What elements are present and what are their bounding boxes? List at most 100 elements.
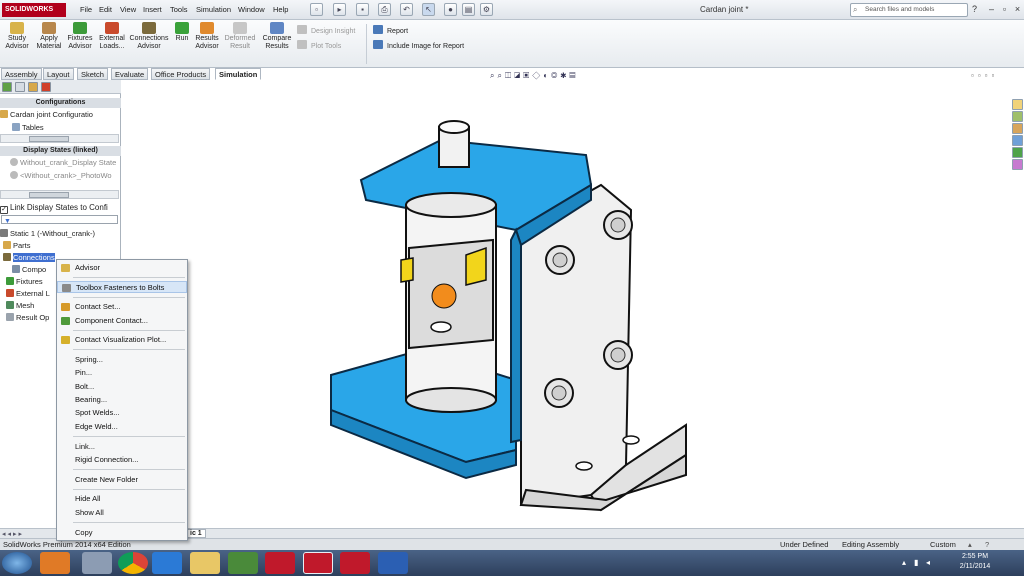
solidworks-icon[interactable] <box>265 552 295 574</box>
plot-tools-button[interactable]: Plot Tools <box>297 40 341 50</box>
home-icon[interactable] <box>1012 99 1023 110</box>
study-tab[interactable]: ic 1 <box>186 529 206 538</box>
config-item[interactable]: Cardan joint Configuratio <box>0 110 120 120</box>
compare-results-button[interactable]: Compare Results <box>261 22 293 51</box>
menu-item-create-folder[interactable]: Create New Folder <box>57 474 187 486</box>
tab-layout[interactable]: Layout <box>43 68 74 80</box>
menu-help[interactable]: Help <box>273 5 288 14</box>
menu-simulation[interactable]: Simulation <box>196 5 231 14</box>
menu-item-rigid-connection[interactable]: Rigid Connection... <box>57 454 187 466</box>
menu-item-show-all[interactable]: Show All <box>57 507 187 519</box>
appearances-icon[interactable] <box>1012 147 1023 158</box>
display-state-item[interactable]: <Without_crank>_PhotoWo <box>0 171 120 181</box>
apply-material-button[interactable]: Apply Material <box>35 22 63 51</box>
tray-arrow-icon[interactable]: ▴ <box>902 558 906 567</box>
menu-item-toolbox-fasteners[interactable]: Toolbox Fasteners to Bolts <box>57 281 187 293</box>
tab-simulation[interactable]: Simulation <box>215 68 262 80</box>
external-loads-button[interactable]: External Loads... <box>97 22 127 51</box>
tab-office-products[interactable]: Office Products <box>151 68 211 80</box>
filter-input[interactable]: ▼ <box>1 215 118 225</box>
display-states-scrollbar[interactable] <box>0 190 119 199</box>
feature-manager-tab-icon[interactable] <box>2 82 12 92</box>
menu-item-advisor[interactable]: Advisor <box>57 262 187 274</box>
volume-icon[interactable]: ◂ <box>926 558 930 567</box>
minimize-button[interactable]: – <box>985 3 998 16</box>
fixtures-advisor-button[interactable]: Fixtures Advisor <box>66 22 94 51</box>
menu-tools[interactable]: Tools <box>170 5 188 14</box>
configuration-manager-tab-icon[interactable] <box>28 82 38 92</box>
menu-edit[interactable]: Edit <box>99 5 112 14</box>
run-button[interactable]: Run <box>172 22 192 43</box>
tab-evaluate[interactable]: Evaluate <box>111 68 149 80</box>
menu-item-hide-all[interactable]: Hide All <box>57 493 187 505</box>
system-clock[interactable]: 2:55 PM 2/11/2014 <box>940 552 1010 572</box>
menu-item-contact-visualization[interactable]: Contact Visualization Plot... <box>57 334 187 346</box>
word-icon[interactable] <box>378 552 408 574</box>
menu-item-bearing[interactable]: Bearing... <box>57 394 187 406</box>
tab-scroll-arrows[interactable]: ◂◂▸▸ <box>2 530 24 538</box>
library-icon[interactable] <box>1012 111 1023 122</box>
connections-advisor-button[interactable]: Connections Advisor <box>129 22 169 51</box>
heads-up-view-toolbar[interactable]: ⌕⌕◫◪▣◇◐◎✱▤ <box>490 71 578 81</box>
menu-item-link[interactable]: Link... <box>57 441 187 453</box>
snipping-tool-icon[interactable] <box>82 552 112 574</box>
internet-explorer-icon[interactable] <box>152 552 182 574</box>
file-explorer-icon[interactable] <box>1012 123 1023 134</box>
menu-item-copy[interactable]: Copy <box>57 527 187 539</box>
solidworks-logo[interactable]: SOLIDWORKS <box>2 3 66 17</box>
menu-item-edge-weld[interactable]: Edge Weld... <box>57 421 187 433</box>
display-manager-tab-icon[interactable] <box>41 82 51 92</box>
new-document-icon[interactable]: ▫ <box>310 3 323 16</box>
tree-study[interactable]: Static 1 (-Without_crank-) <box>0 229 120 239</box>
study-advisor-button[interactable]: Study Advisor <box>3 22 31 51</box>
cardan-joint-model[interactable] <box>121 80 1011 528</box>
rebuild-icon[interactable]: ● <box>444 3 457 16</box>
deformed-result-button[interactable]: Deformed Result <box>223 22 257 51</box>
solidworks-explorer-icon[interactable] <box>340 552 370 574</box>
tab-sketch[interactable]: Sketch <box>77 68 108 80</box>
config-scrollbar[interactable] <box>0 134 119 143</box>
print-icon[interactable]: ⎙ <box>378 3 391 16</box>
link-display-states-checkbox[interactable]: ✓ Link Display States to Confi <box>0 203 120 214</box>
undo-icon[interactable]: ↶ <box>400 3 413 16</box>
close-button[interactable]: × <box>1011 3 1024 16</box>
results-advisor-button[interactable]: Results Advisor <box>194 22 220 51</box>
tree-parts[interactable]: Parts <box>0 241 120 251</box>
menu-file[interactable]: File <box>80 5 92 14</box>
tables-item[interactable]: Tables <box>0 123 120 133</box>
menu-item-spring[interactable]: Spring... <box>57 354 187 366</box>
menu-item-contact-set[interactable]: Contact Set... <box>57 301 187 313</box>
view-palette-icon[interactable] <box>1012 135 1023 146</box>
report-button[interactable]: Report <box>373 25 408 35</box>
menu-item-spot-welds[interactable]: Spot Welds... <box>57 407 187 419</box>
file-properties-icon[interactable]: ▤ <box>462 3 475 16</box>
open-folder-icon[interactable]: ▸ <box>333 3 346 16</box>
menu-insert[interactable]: Insert <box>143 5 162 14</box>
menu-window[interactable]: Window <box>238 5 265 14</box>
network-icon[interactable]: ▮ <box>914 558 918 567</box>
file-explorer-icon[interactable] <box>190 552 220 574</box>
include-image-button[interactable]: Include Image for Report <box>373 40 464 50</box>
menu-item-component-contact[interactable]: Component Contact... <box>57 315 187 327</box>
chrome-icon[interactable] <box>118 552 148 574</box>
select-icon[interactable]: ↖ <box>422 3 435 16</box>
save-icon[interactable]: ▪ <box>356 3 369 16</box>
graphics-area[interactable] <box>121 80 1011 528</box>
menu-item-bolt[interactable]: Bolt... <box>57 381 187 393</box>
custom-properties-icon[interactable] <box>1012 159 1023 170</box>
property-manager-tab-icon[interactable] <box>15 82 25 92</box>
display-state-item[interactable]: Without_crank_Display State <box>0 158 120 168</box>
outlook-icon[interactable] <box>40 552 70 574</box>
search-input[interactable]: ⌕ Search files and models <box>850 3 968 17</box>
edrawings-icon[interactable] <box>228 552 258 574</box>
start-button[interactable] <box>2 552 32 574</box>
menu-view[interactable]: View <box>120 5 136 14</box>
viewport-window-buttons[interactable]: ▫▫▫▫ <box>971 71 998 80</box>
design-insight-button[interactable]: Design Insight <box>297 25 355 35</box>
menu-item-pin[interactable]: Pin... <box>57 367 187 379</box>
solidworks-active-icon[interactable] <box>303 552 333 574</box>
restore-button[interactable]: ▫ <box>998 3 1011 16</box>
options-icon[interactable]: ⚙ <box>480 3 493 16</box>
tab-assembly[interactable]: Assembly <box>1 68 42 80</box>
help-icon[interactable]: ? <box>968 3 981 16</box>
